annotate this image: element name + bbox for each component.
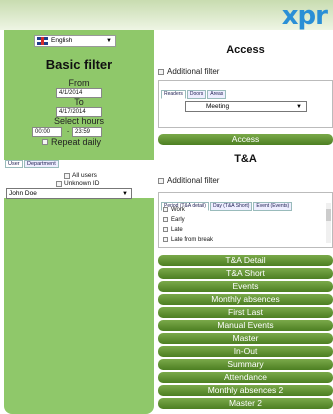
tab-day[interactable]: Day (T&A Short) — [209, 202, 253, 211]
unknown-id-label: Unknown ID — [64, 180, 100, 187]
tab-doors[interactable]: Doors — [186, 90, 207, 99]
tab-areas[interactable]: Areas — [207, 90, 227, 99]
user-select[interactable]: John Doe ▼ — [6, 188, 132, 199]
attendance-button[interactable]: Attendance — [158, 372, 333, 383]
access-panel: Readers Doors Areas Meeting ▼ — [158, 80, 333, 128]
master-button[interactable]: Master — [158, 333, 333, 344]
events-button[interactable]: Events — [158, 281, 333, 292]
summary-button[interactable]: Summary — [158, 359, 333, 370]
all-users-checkbox[interactable] — [64, 173, 70, 179]
first-last-button[interactable]: First Last — [158, 307, 333, 318]
uk-flag-icon — [37, 37, 48, 45]
from-label: From — [68, 78, 90, 88]
all-users-label: All users — [72, 172, 97, 179]
basic-filter-title: Basic filter — [45, 57, 113, 72]
list-item[interactable]: Early — [163, 217, 185, 223]
late-from-break-checkbox[interactable] — [163, 237, 168, 242]
user-select-value: John Doe — [9, 190, 37, 197]
select-hours-label: Select hours — [53, 116, 105, 126]
access-additional-filter[interactable]: Additional filter — [158, 67, 219, 76]
monthly-absences-button[interactable]: Monthly absences — [158, 294, 333, 305]
dropdown-arrow-icon: ▼ — [296, 104, 302, 110]
ta-detail-button[interactable]: T&A Detail — [158, 255, 333, 266]
unknown-id-checkbox[interactable] — [56, 181, 62, 187]
dropdown-arrow-icon: ▼ — [106, 38, 112, 44]
access-additional-filter-label: Additional filter — [167, 67, 220, 76]
ta-tabs: Period (T&A detail) Day (T&A Short) Event … — [161, 194, 293, 211]
tab-readers[interactable]: Readers — [161, 90, 186, 99]
hour-from-input[interactable]: 00:00 — [32, 127, 62, 137]
list-item[interactable]: Late from break — [163, 237, 213, 243]
monthly-absences-2-button[interactable]: Monthly absences 2 — [158, 385, 333, 396]
basic-filter-sidebar: English ▼ Basic filter From 4/1/2014 To … — [4, 30, 154, 414]
hour-separator: - — [67, 128, 70, 135]
ta-short-button[interactable]: T&A Short — [158, 268, 333, 279]
early-checkbox[interactable] — [163, 217, 168, 222]
to-label: To — [74, 97, 84, 107]
reader-select-value: Meeting — [206, 103, 230, 110]
dropdown-arrow-icon: ▼ — [122, 191, 128, 197]
item-label: Late from break — [171, 237, 214, 244]
header-bar: xpr — [0, 0, 333, 30]
item-label: Early — [171, 217, 185, 224]
list-item[interactable]: Work — [163, 207, 185, 213]
tab-department[interactable]: Department — [24, 160, 59, 168]
work-checkbox[interactable] — [163, 207, 168, 212]
tab-event[interactable]: Event (Events) — [253, 202, 293, 211]
list-item[interactable]: Late — [163, 227, 183, 233]
access-additional-filter-checkbox[interactable] — [158, 68, 164, 75]
repeat-daily-label: Repeat daily — [51, 137, 102, 147]
ta-additional-filter[interactable]: Additional filter — [158, 176, 219, 185]
tab-user[interactable]: User — [5, 160, 23, 168]
in-out-button[interactable]: In-Out — [158, 346, 333, 357]
ta-additional-filter-checkbox[interactable] — [158, 177, 164, 184]
ta-scrollbar[interactable] — [326, 203, 331, 243]
reader-select[interactable]: Meeting ▼ — [185, 101, 307, 112]
item-label: Late — [171, 227, 183, 234]
manual-events-button[interactable]: Manual Events — [158, 320, 333, 331]
ta-title: T&A — [234, 153, 257, 165]
ta-panel: Period (T&A detail) Day (T&A Short) Event … — [158, 192, 333, 248]
repeat-daily-checkbox[interactable] — [42, 139, 48, 145]
item-label: Work — [171, 207, 185, 214]
language-value: English — [51, 37, 73, 44]
scrollbar-thumb[interactable] — [326, 209, 331, 221]
language-select[interactable]: English ▼ — [34, 35, 116, 47]
hour-to-input[interactable]: 23:59 — [72, 127, 102, 137]
ta-additional-filter-label: Additional filter — [167, 176, 220, 185]
user-department-panel: User Department All users Unknown ID Joh… — [4, 160, 154, 199]
late-checkbox[interactable] — [163, 227, 168, 232]
logo-text: xpr — [281, 1, 328, 31]
access-title: Access — [226, 44, 265, 56]
xpr-logo: xpr — [281, 1, 328, 31]
master-2-button[interactable]: Master 2 — [158, 398, 333, 409]
access-tabs: Readers Doors Areas — [161, 82, 227, 99]
access-button[interactable]: Access — [158, 134, 333, 145]
